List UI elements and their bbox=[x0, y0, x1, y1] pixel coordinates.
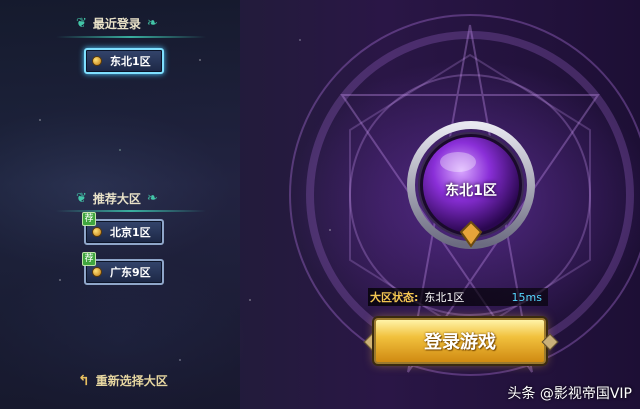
server-status-dot-icon bbox=[92, 227, 102, 237]
recommended-header: ❦ 推荐大区 ❧ bbox=[76, 190, 158, 207]
server-button-recent-1[interactable]: 东北1区 bbox=[84, 48, 164, 74]
reselect-label: 重新选择大区 bbox=[95, 374, 168, 388]
recent-login-header: ❦ 最近登录 ❧ bbox=[76, 15, 158, 32]
server-label: 广东9区 bbox=[110, 266, 151, 279]
login-label: 登录游戏 bbox=[424, 332, 496, 353]
right-ornament-icon: ❧ bbox=[146, 16, 158, 31]
left-ornament-icon: ❦ bbox=[76, 191, 87, 206]
status-server-name: 东北1区 bbox=[424, 291, 465, 304]
server-button-beijing-1[interactable]: 北京1区 bbox=[84, 219, 164, 245]
back-arrow-icon: ↰ bbox=[78, 372, 90, 389]
recommended-title: 推荐大区 bbox=[92, 192, 141, 206]
login-game-button[interactable]: 登录游戏 bbox=[374, 318, 546, 364]
status-label: 大区状态: bbox=[370, 291, 419, 304]
selected-server-label: 东北1区 bbox=[445, 183, 497, 199]
right-ornament-icon: ❧ bbox=[146, 191, 158, 206]
recommended-tag-badge: 荐 bbox=[82, 212, 96, 226]
recommended-header-divider bbox=[56, 210, 206, 212]
server-status-bar: 大区状态: 东北1区 15ms bbox=[368, 288, 548, 306]
server-button-guangdong-9[interactable]: 广东9区 bbox=[84, 259, 164, 285]
server-status-dot-icon bbox=[92, 56, 102, 66]
ping-value: 15ms bbox=[511, 290, 542, 304]
server-label: 北京1区 bbox=[110, 226, 151, 239]
reselect-server-link[interactable]: ↰ 重新选择大区 bbox=[78, 372, 168, 389]
recent-header-divider bbox=[56, 36, 206, 38]
recommended-tag-badge: 荐 bbox=[82, 252, 96, 266]
server-status-dot-icon bbox=[92, 267, 102, 277]
server-label: 东北1区 bbox=[110, 55, 151, 68]
recent-login-title: 最近登录 bbox=[92, 17, 141, 31]
game-login-screen: ❦ 最近登录 ❧ 东北1区 ❦ 推荐大区 ❧ 北京1区 荐 广东9区 荐 ↰ 重… bbox=[0, 0, 640, 409]
watermark-text: 头条 @影视帝国VIP bbox=[507, 386, 632, 402]
left-ornament-icon: ❦ bbox=[76, 16, 87, 31]
